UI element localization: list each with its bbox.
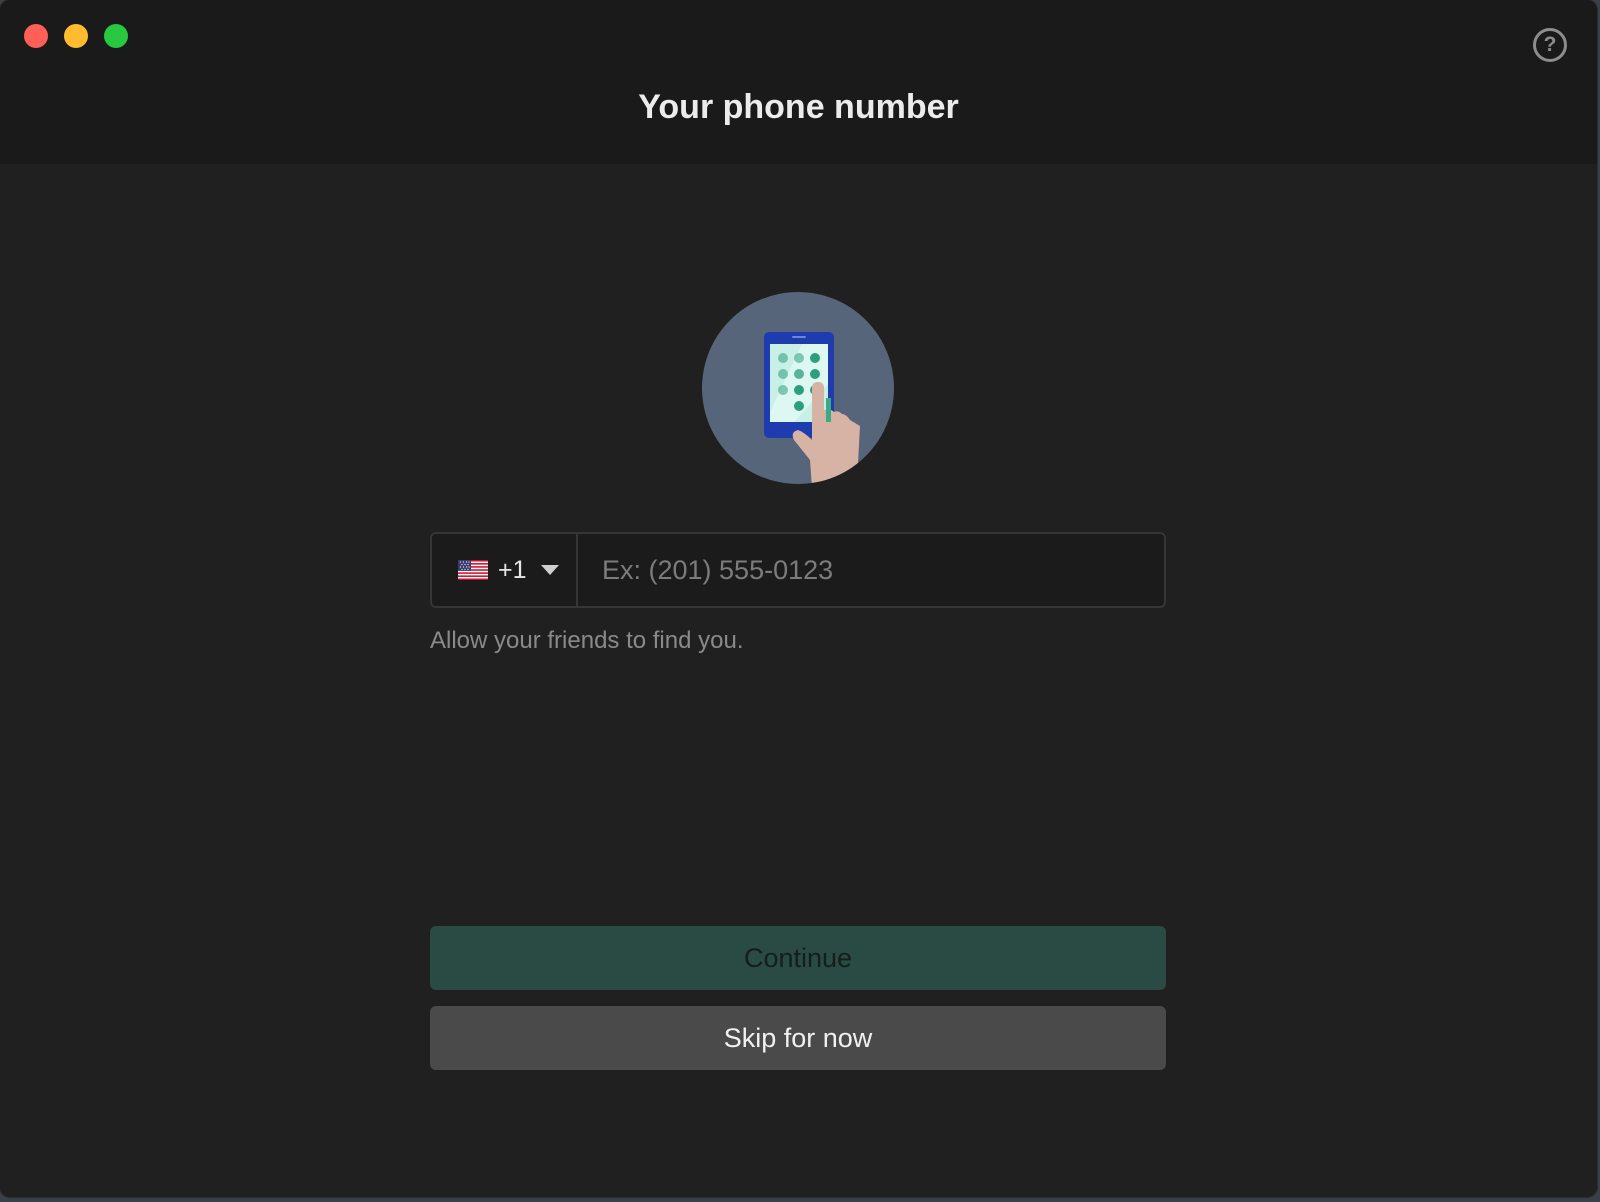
skip-for-now-button[interactable]: Skip for now [430,1006,1166,1070]
country-code-selector[interactable]: +1 [432,534,578,606]
continue-button[interactable]: Continue [430,926,1166,990]
help-icon[interactable]: ? [1533,28,1567,62]
chevron-down-icon [540,565,559,575]
us-flag-icon [458,560,488,580]
window-controls [24,24,128,48]
page-title: Your phone number [638,88,959,126]
close-window-button[interactable] [24,24,48,48]
app-window: ? Your phone number +1 Ex: (201) 555-012… [0,0,1597,1197]
maximize-window-button[interactable] [104,24,128,48]
country-code-label: +1 [498,555,527,584]
title-bar: ? Your phone number [0,0,1597,164]
phone-number-field: +1 [430,532,1166,608]
phone-hint-text: Allow your friends to find you. [430,627,744,654]
minimize-window-button[interactable] [64,24,88,48]
phone-number-input[interactable] [578,534,1164,606]
phone-keypad-illustration [702,292,894,484]
